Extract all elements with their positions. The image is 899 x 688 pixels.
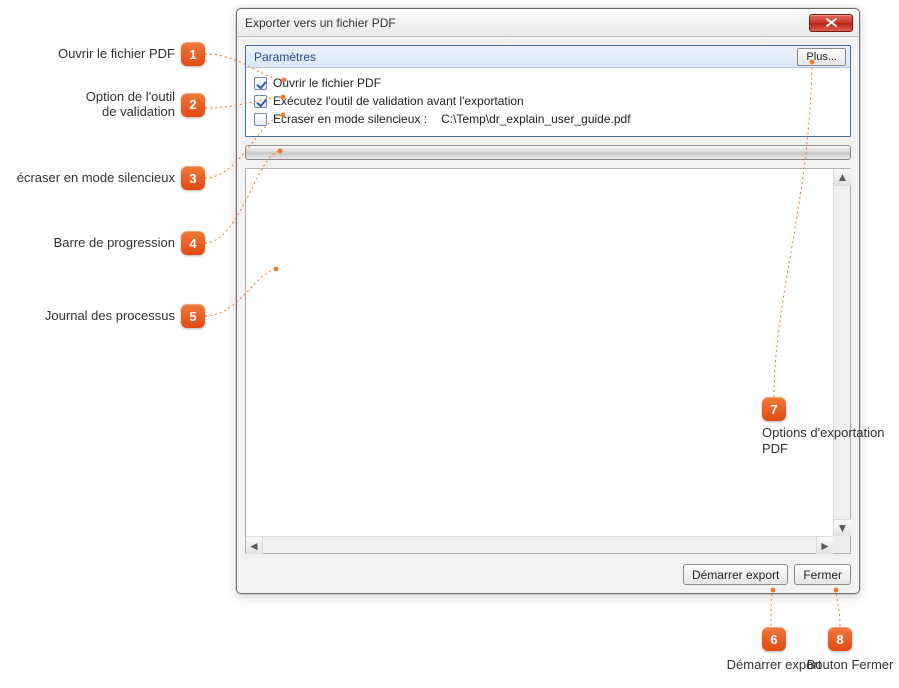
dialog-button-bar: Démarrer export Fermer <box>245 562 851 585</box>
scroll-left-arrow-icon[interactable]: ◄ <box>246 537 263 554</box>
process-log-area: ▲ ▼ ◄ ► <box>245 168 851 554</box>
callout-2: Option de l'outilde validation 2 <box>0 90 205 120</box>
callout-5-text: Journal des processus <box>45 309 181 324</box>
open-pdf-label: Ouvrir le fichier PDF <box>273 76 381 90</box>
parameters-panel: Paramètres Plus... Ouvrir le fichier PDF… <box>245 45 851 137</box>
parameters-label: Paramètres <box>254 50 797 64</box>
callout-8: 8 Bouton Fermer <box>800 627 899 672</box>
open-pdf-checkbox[interactable] <box>254 77 267 90</box>
close-button[interactable]: Fermer <box>794 564 851 585</box>
callout-1: Ouvrir le fichier PDF 1 <box>0 42 205 66</box>
close-icon <box>826 18 837 27</box>
horizontal-scrollbar[interactable]: ◄ ► <box>246 536 833 553</box>
callout-marker-8: 8 <box>828 627 852 651</box>
callout-3-text: écraser en mode silencieux <box>17 171 181 186</box>
callout-3: écraser en mode silencieux 3 <box>0 166 205 190</box>
more-options-button[interactable]: Plus... <box>797 48 846 66</box>
vertical-scrollbar[interactable]: ▲ ▼ <box>833 169 850 536</box>
dialog-title: Exporter vers un fichier PDF <box>245 16 809 30</box>
title-bar: Exporter vers un fichier PDF <box>237 9 859 37</box>
window-close-button[interactable] <box>809 14 853 32</box>
validate-tool-checkbox[interactable] <box>254 95 267 108</box>
scroll-down-arrow-icon[interactable]: ▼ <box>834 519 851 536</box>
open-pdf-row: Ouvrir le fichier PDF <box>254 74 842 92</box>
validate-tool-row: Exécutez l'outil de validation avant l'e… <box>254 92 842 110</box>
callout-2-text: Option de l'outilde validation <box>86 90 181 120</box>
export-pdf-dialog: Exporter vers un fichier PDF Paramètres … <box>236 8 860 594</box>
callout-8-text: Bouton Fermer <box>800 657 899 672</box>
callout-marker-2: 2 <box>181 93 205 117</box>
silent-overwrite-checkbox[interactable] <box>254 113 267 126</box>
callout-marker-3: 3 <box>181 166 205 190</box>
callout-4: Barre de progression 4 <box>0 231 205 255</box>
callout-1-text: Ouvrir le fichier PDF <box>58 47 181 62</box>
scroll-up-arrow-icon[interactable]: ▲ <box>834 169 851 186</box>
callout-marker-1: 1 <box>181 42 205 66</box>
output-path-text: C:\Temp\dr_explain_user_guide.pdf <box>441 112 630 126</box>
start-export-button[interactable]: Démarrer export <box>683 564 788 585</box>
callout-7: 7 Options d'exportation PDF <box>762 397 890 456</box>
callout-marker-7: 7 <box>762 397 786 421</box>
scroll-right-arrow-icon[interactable]: ► <box>816 537 833 554</box>
silent-overwrite-row: Ecraser en mode silencieux : C:\Temp\dr_… <box>254 110 842 128</box>
scroll-corner <box>833 536 850 553</box>
parameters-header: Paramètres Plus... <box>246 46 850 68</box>
callout-7-text: Options d'exportation PDF <box>762 425 890 456</box>
callout-marker-4: 4 <box>181 231 205 255</box>
callout-4-text: Barre de progression <box>54 236 181 251</box>
callout-marker-6: 6 <box>762 627 786 651</box>
callout-marker-5: 5 <box>181 304 205 328</box>
callout-5: Journal des processus 5 <box>0 304 205 328</box>
validate-tool-label: Exécutez l'outil de validation avant l'e… <box>273 94 524 108</box>
progress-bar <box>245 145 851 160</box>
silent-overwrite-label: Ecraser en mode silencieux : <box>273 112 427 126</box>
